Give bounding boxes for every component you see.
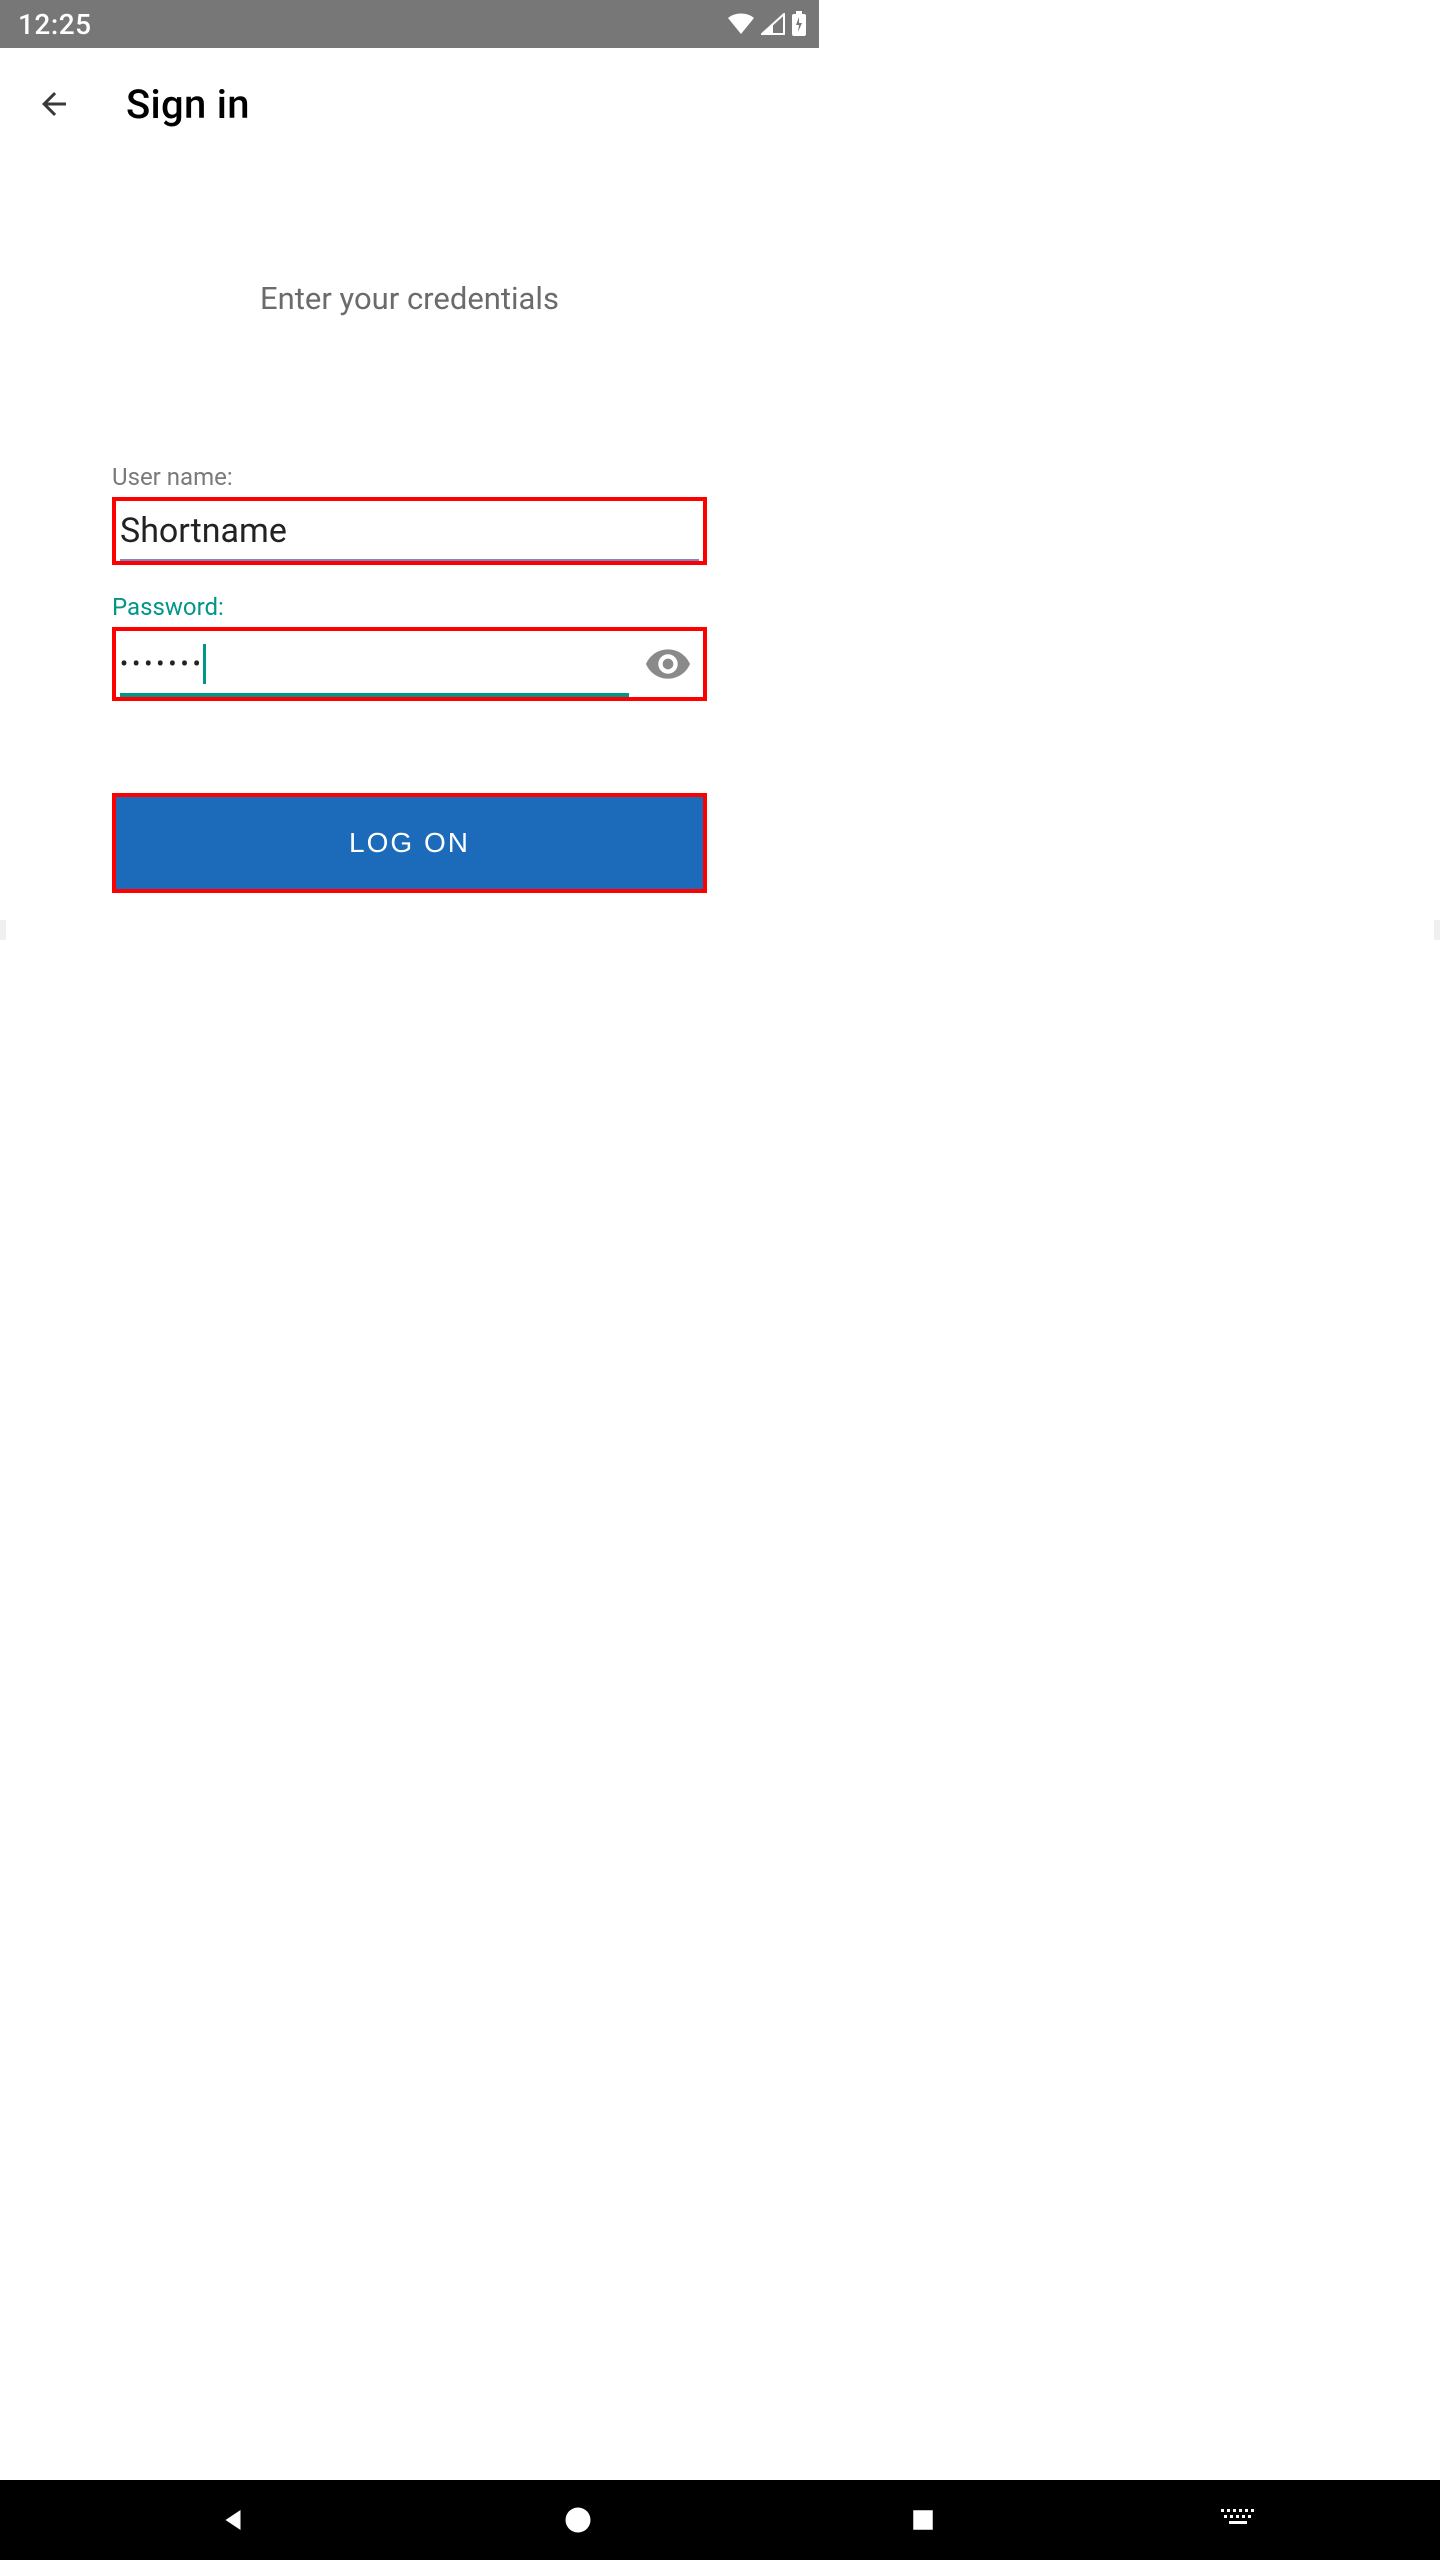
eye-icon: [646, 649, 690, 679]
nav-home-button[interactable]: [518, 2505, 638, 2535]
circle-home-icon: [563, 2505, 593, 2535]
battery-icon: [791, 11, 807, 37]
login-form: User name: Password: •••••••: [40, 463, 779, 893]
username-input[interactable]: [116, 501, 703, 561]
text-cursor: [203, 644, 206, 684]
triangle-back-icon: [218, 2505, 248, 2535]
status-bar: 12:25: [0, 0, 819, 48]
nav-keyboard-button[interactable]: [1208, 2509, 1268, 2531]
main-content: Enter your credentials User name: Passwo…: [0, 280, 819, 893]
password-input[interactable]: •••••••: [116, 631, 633, 697]
signal-icon: [761, 13, 785, 35]
logon-button[interactable]: LOG ON: [116, 797, 703, 889]
password-field-wrap: •••••••: [112, 627, 707, 701]
wifi-icon: [727, 13, 755, 35]
status-icons: [727, 11, 807, 37]
system-nav-bar: [0, 2480, 1440, 2560]
input-underline: [120, 559, 699, 561]
logon-button-wrap: LOG ON: [112, 793, 707, 893]
page-title: Sign in: [126, 81, 250, 128]
password-masked-value: •••••••: [120, 650, 205, 678]
arrow-left-icon: [36, 86, 72, 122]
input-underline-active: [120, 693, 629, 697]
nav-back-button[interactable]: [173, 2505, 293, 2535]
keyboard-icon: [1221, 2509, 1255, 2531]
decorative-shadow: [1434, 920, 1440, 940]
decorative-shadow: [0, 920, 6, 940]
nav-recent-button[interactable]: [863, 2507, 983, 2533]
back-button[interactable]: [30, 80, 78, 128]
password-label: Password:: [112, 593, 707, 621]
username-field-wrap: [112, 497, 707, 565]
square-recent-icon: [910, 2507, 936, 2533]
username-label: User name:: [112, 463, 707, 491]
app-bar: Sign in: [0, 48, 819, 160]
status-time: 12:25: [18, 8, 92, 41]
toggle-password-visibility-button[interactable]: [633, 649, 703, 679]
subtitle: Enter your credentials: [40, 280, 779, 317]
